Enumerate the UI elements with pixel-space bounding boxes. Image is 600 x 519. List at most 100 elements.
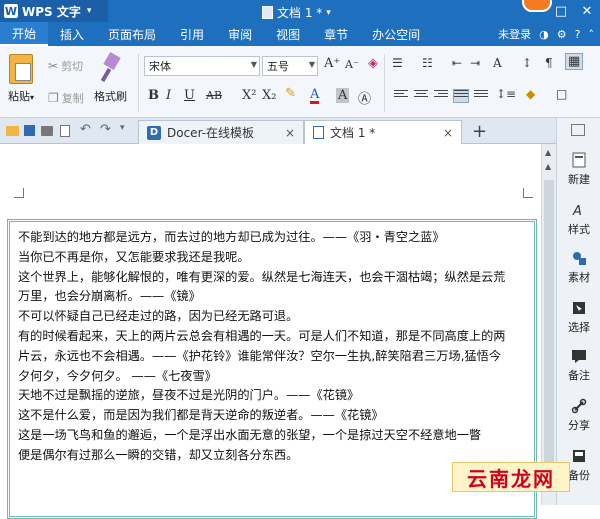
decrease-indent-icon[interactable]: ⇤ — [452, 56, 462, 70]
increase-indent-icon[interactable]: ⇥ — [470, 56, 480, 70]
tab-document-1[interactable]: 文档 1 * × — [304, 120, 462, 144]
sidebar-item-share[interactable]: 分享 — [557, 398, 600, 433]
scissors-icon: ✂ — [48, 59, 59, 73]
sidebar-item-style[interactable]: A 样式 — [557, 202, 600, 237]
font-size-select[interactable]: 五号 ▼ — [262, 56, 318, 76]
document-tab-strip: ↶ ↷ ▾ D Docer-在线模板 × 文档 1 * × + — [0, 118, 556, 144]
collapse-ribbon-icon[interactable]: ˄ — [589, 28, 595, 41]
tab-view[interactable]: 视图 — [264, 22, 312, 46]
sidebar-item-new[interactable]: 新建 — [557, 152, 600, 187]
chevron-down-icon: ▼ — [250, 60, 257, 69]
shrink-font-button[interactable]: A⁻ — [345, 58, 359, 71]
note-icon — [572, 350, 586, 363]
tab-page-layout[interactable]: 页面布局 — [96, 22, 168, 46]
help-icon[interactable]: ? — [575, 28, 581, 41]
tab-insert[interactable]: 插入 — [48, 22, 96, 46]
cut-button[interactable]: ✂ 剪切 — [48, 58, 83, 74]
strikethrough-button[interactable]: AB — [206, 89, 222, 102]
close-tab-icon[interactable]: × — [285, 126, 295, 140]
vertical-scrollbar[interactable]: ▲ ▲ — [541, 144, 556, 505]
scroll-up-icon[interactable]: ▲ — [545, 162, 551, 171]
line-spacing-icon[interactable]: ↕≡ — [496, 87, 516, 101]
style-icon: A — [572, 204, 582, 218]
scroll-up-icon[interactable]: ▲ — [545, 148, 551, 157]
char-shading-button[interactable]: A — [336, 88, 350, 103]
bold-button[interactable]: B — [148, 88, 159, 103]
minimize-button[interactable]: — — [522, 0, 548, 22]
redo-icon[interactable]: ↷ — [100, 122, 111, 137]
superscript-button[interactable]: X² — [242, 88, 256, 103]
title-caret-icon[interactable]: ▾ — [326, 8, 331, 18]
tab-docer-templates[interactable]: D Docer-在线模板 × — [138, 120, 304, 144]
tab-references[interactable]: 引用 — [168, 22, 216, 46]
paste-label: 粘贴 — [8, 90, 30, 103]
undo-icon[interactable]: ↶ — [80, 122, 91, 137]
align-left-icon[interactable] — [394, 90, 408, 102]
save-icon[interactable] — [24, 125, 35, 136]
format-painter-button[interactable]: 格式刷 — [94, 54, 127, 104]
text-line: 有的时候看起来，天上的两片云总会有相遇的一天。可是人们不知道，那是不同高度上的两 — [18, 328, 506, 343]
sidebar-toggle-icon[interactable] — [571, 124, 585, 136]
add-tab-button[interactable]: + — [472, 121, 487, 142]
font-color-button[interactable]: A — [310, 88, 320, 104]
chevron-down-icon: ▼ — [308, 60, 315, 69]
tab-review[interactable]: 审阅 — [216, 22, 264, 46]
backup-icon — [573, 450, 585, 462]
show-marks-icon[interactable]: ¶ — [545, 56, 553, 70]
ribbon-separator — [138, 54, 139, 112]
clear-format-icon[interactable]: ◈ — [368, 56, 378, 71]
borders-icon[interactable]: □ — [556, 87, 567, 101]
paste-button[interactable]: 粘贴▾ — [8, 54, 34, 104]
table-grid-icon[interactable]: ▦ — [564, 53, 584, 70]
tab-office-space[interactable]: 办公空间 — [360, 22, 432, 46]
app-menu-caret-icon: ▾ — [86, 6, 92, 16]
paste-caret-icon: ▾ — [30, 93, 35, 102]
text-line: 这是一场飞鸟和鱼的邂逅，一个是浮出水面无意的张望，一个是掠过天空不经意地一瞥 — [18, 427, 482, 442]
menubar-right: 未登录 ◑ ⚙ ? ˄ — [498, 22, 594, 46]
login-link[interactable]: 未登录 — [498, 26, 531, 42]
settings-icon[interactable]: ⚙ — [557, 28, 567, 41]
align-right-icon[interactable] — [434, 90, 448, 102]
bullets-icon[interactable]: ☰ — [392, 56, 403, 70]
grow-font-button[interactable]: A⁺ — [324, 56, 340, 71]
sort-icon[interactable]: ↕ — [522, 56, 532, 70]
format-painter-label: 格式刷 — [94, 90, 127, 103]
close-tab-icon[interactable]: × — [443, 126, 453, 140]
char-border-icon[interactable]: Ⓐ — [358, 88, 371, 107]
app-menu-button[interactable]: W WPS 文字 ▾ — [0, 0, 108, 22]
sidebar-item-select[interactable]: 选择 — [557, 300, 600, 335]
copy-label: 复制 — [61, 92, 84, 105]
numbering-icon[interactable]: ☷ — [422, 56, 433, 70]
skin-icon[interactable]: ◑ — [539, 28, 549, 41]
quick-access-caret-icon[interactable]: ▾ — [120, 123, 125, 133]
underline-button[interactable]: U — [184, 88, 195, 103]
text-direction-icon[interactable]: A — [493, 56, 502, 70]
sidebar-item-note[interactable]: 备注 — [557, 348, 600, 383]
document-body[interactable]: 不能到达的地方都是远方，而去过的地方却已成为过往。——《羽・青空之蓝》 当你已不… — [18, 228, 528, 466]
share-icon — [571, 398, 587, 414]
align-center-icon[interactable] — [414, 90, 428, 102]
shading-icon[interactable]: ◆ — [526, 87, 535, 101]
select-icon — [573, 302, 585, 314]
close-window-button[interactable]: ✕ — [574, 0, 600, 22]
subscript-button[interactable]: X₂ — [262, 88, 276, 103]
font-size-value: 五号 — [267, 60, 289, 73]
print-preview-icon[interactable] — [60, 125, 70, 137]
document-workspace[interactable]: 不能到达的地方都是远方，而去过的地方却已成为过往。——《羽・青空之蓝》 当你已不… — [0, 144, 556, 519]
tab-sections[interactable]: 章节 — [312, 22, 360, 46]
copy-button[interactable]: ❐ 复制 — [48, 90, 84, 106]
print-icon[interactable] — [41, 126, 53, 136]
text-line: 这不是什么爱，而是因为我们都是背天逆命的叛逆者。——《花镜》 — [18, 408, 384, 423]
maximize-button[interactable]: □ — [548, 0, 574, 22]
sidebar-item-material[interactable]: 素材 — [557, 250, 600, 285]
margin-marker — [14, 188, 24, 198]
tab-home[interactable]: 开始 — [0, 22, 49, 46]
align-justify-icon[interactable] — [453, 89, 469, 103]
italic-button[interactable]: I — [166, 88, 171, 103]
highlight-icon[interactable]: ✎ — [285, 86, 296, 101]
font-name-select[interactable]: 宋体 ▼ — [144, 56, 260, 76]
distribute-icon[interactable] — [474, 90, 488, 102]
open-folder-icon[interactable] — [6, 126, 19, 136]
text-line: 这个世界上，能够化解恨的，唯有更深的爱。纵然是七海连天，也会干涸枯竭；纵然是云荒 — [18, 269, 506, 284]
scrollbar-thumb[interactable] — [544, 180, 554, 480]
